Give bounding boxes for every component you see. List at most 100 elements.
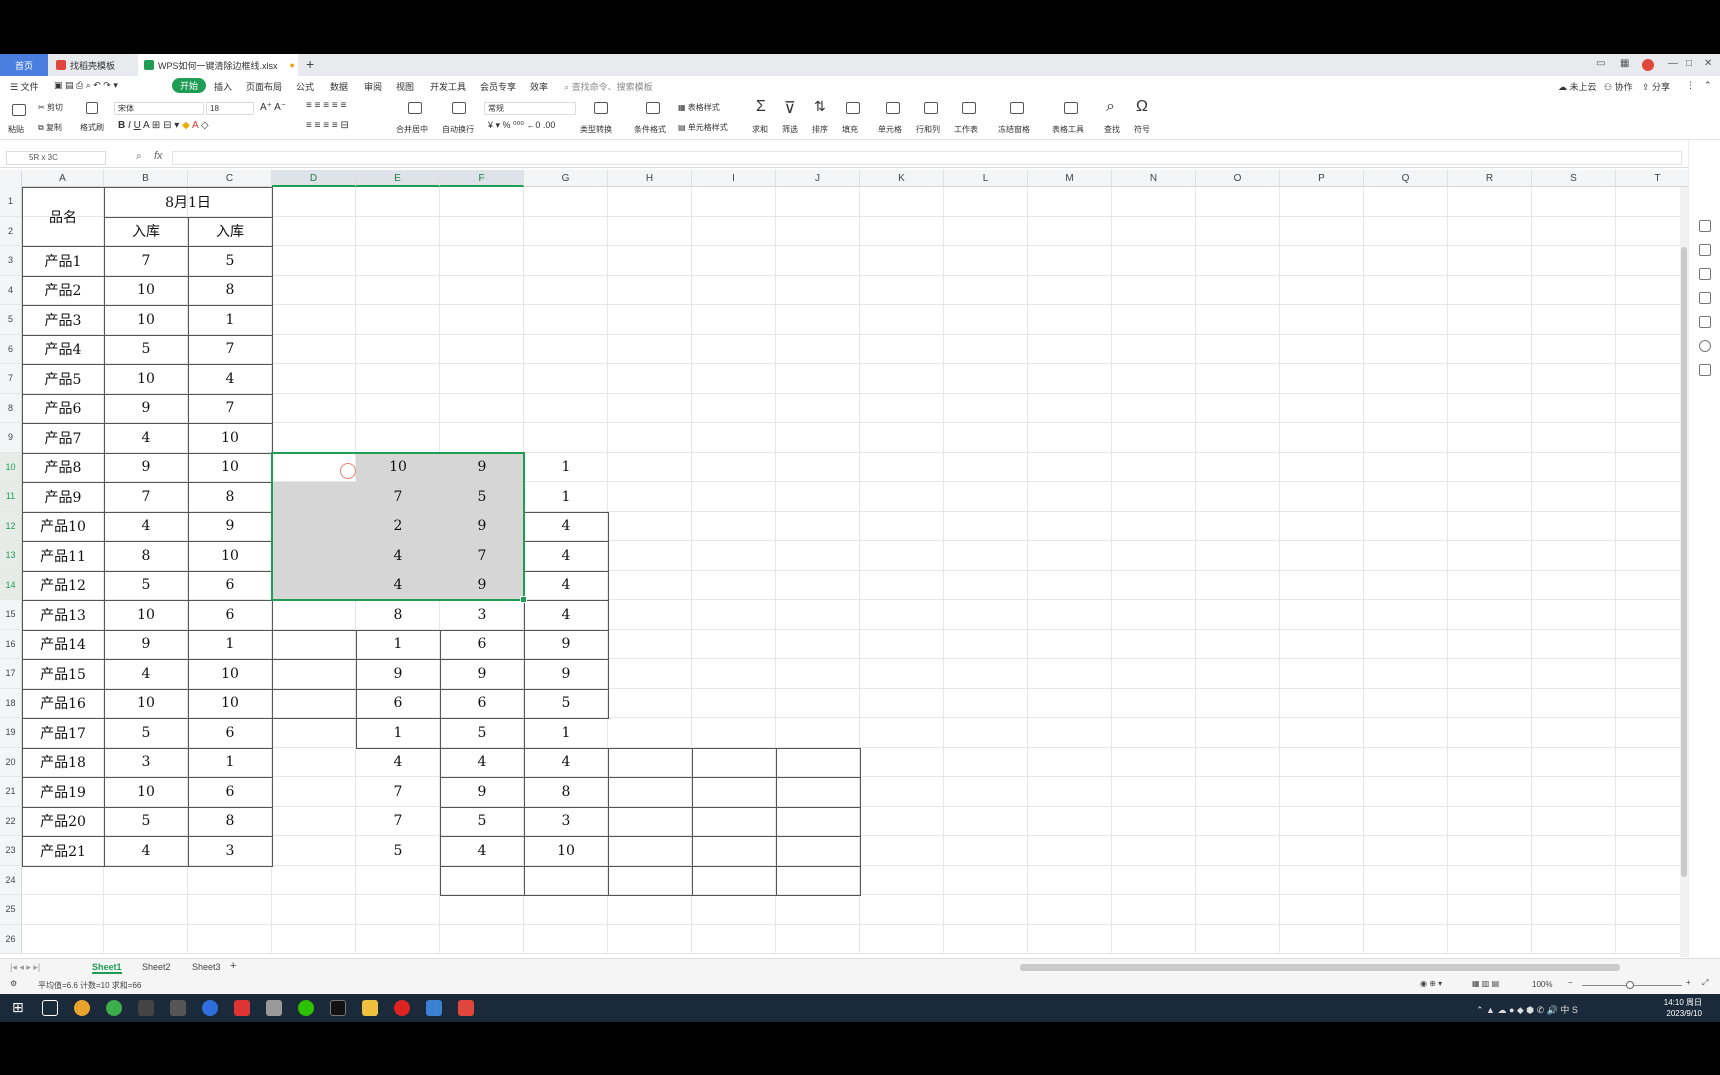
- value-cell-e[interactable]: 7: [356, 777, 440, 807]
- table-tools-icon[interactable]: [1064, 102, 1078, 114]
- wps-icon[interactable]: [458, 1000, 474, 1016]
- product-name-cell[interactable]: 产品17: [22, 718, 104, 748]
- value-cell-e[interactable]: 7: [356, 807, 440, 837]
- value-cell-c[interactable]: 10: [188, 453, 272, 483]
- sidebar-image-icon[interactable]: [1699, 316, 1711, 328]
- value-cell-c[interactable]: 4: [188, 364, 272, 394]
- file-menu[interactable]: ☰ 文件: [10, 80, 39, 93]
- name-box[interactable]: 5R x 3C: [6, 151, 106, 165]
- value-cell-g[interactable]: 4: [524, 600, 608, 630]
- row-header-5[interactable]: 5: [0, 305, 22, 335]
- header-product-name[interactable]: 品名: [22, 187, 104, 246]
- value-cell-b[interactable]: 5: [104, 571, 188, 601]
- filter-label[interactable]: 筛选: [782, 124, 798, 135]
- minimize-icon[interactable]: —: [1668, 58, 1678, 69]
- font-select[interactable]: 宋体: [114, 102, 204, 115]
- product-name-cell[interactable]: 产品2: [22, 276, 104, 306]
- value-cell-c[interactable]: 10: [188, 689, 272, 719]
- value-cell-b[interactable]: 10: [104, 600, 188, 630]
- value-cell-c[interactable]: 8: [188, 276, 272, 306]
- cut-button[interactable]: ✂ 剪切: [38, 102, 63, 113]
- value-cell-g[interactable]: 1: [524, 453, 608, 483]
- row-header-24[interactable]: 24: [0, 865, 22, 895]
- value-cell-g[interactable]: 4: [524, 541, 608, 571]
- table-tools-label[interactable]: 表格工具: [1052, 124, 1084, 135]
- value-cell-b[interactable]: 9: [104, 394, 188, 424]
- eye-protect-icon[interactable]: ◉ ⊕ ▾: [1420, 979, 1442, 988]
- folder-icon[interactable]: [362, 1000, 378, 1016]
- wechat-icon[interactable]: [298, 1000, 314, 1016]
- row-header-9[interactable]: 9: [0, 423, 22, 453]
- tool-icon[interactable]: [266, 1000, 282, 1016]
- wrap-icon[interactable]: [452, 102, 466, 114]
- column-header-I[interactable]: I: [692, 170, 776, 187]
- formula-input[interactable]: [172, 151, 1682, 165]
- grid-icon[interactable]: ▦: [1620, 58, 1629, 69]
- vertical-scroll-thumb[interactable]: [1681, 247, 1687, 877]
- app-icon[interactable]: [426, 1000, 442, 1016]
- worksheet-label[interactable]: 工作表: [954, 124, 978, 135]
- value-cell-f[interactable]: 9: [440, 777, 524, 807]
- value-cell-b[interactable]: 3: [104, 748, 188, 778]
- product-name-cell[interactable]: 产品10: [22, 512, 104, 542]
- value-cell-e[interactable]: 1: [356, 718, 440, 748]
- column-header-P[interactable]: P: [1280, 170, 1364, 187]
- product-name-cell[interactable]: 产品9: [22, 482, 104, 512]
- chrome-icon[interactable]: [74, 1000, 90, 1016]
- sidebar-cursor-icon[interactable]: [1699, 244, 1711, 256]
- qq-icon[interactable]: [138, 1000, 154, 1016]
- header-in-c[interactable]: 入库: [188, 217, 272, 247]
- value-cell-f[interactable]: 4: [440, 836, 524, 866]
- zoom-level[interactable]: 100%: [1532, 980, 1552, 989]
- product-name-cell[interactable]: 产品13: [22, 600, 104, 630]
- sidebar-location-icon[interactable]: [1699, 340, 1711, 352]
- value-cell-c[interactable]: 1: [188, 748, 272, 778]
- tab-home[interactable]: 首页: [0, 54, 48, 76]
- product-name-cell[interactable]: 产品4: [22, 335, 104, 365]
- zoom-in-icon[interactable]: +: [1686, 978, 1691, 987]
- value-cell-g[interactable]: 9: [524, 630, 608, 660]
- value-cell-c[interactable]: 5: [188, 246, 272, 276]
- add-sheet-button[interactable]: +: [230, 960, 236, 972]
- sheet-tab-1[interactable]: Sheet1: [92, 962, 122, 974]
- column-header-T[interactable]: T: [1616, 170, 1688, 187]
- table-style-button[interactable]: ▦ 表格样式: [678, 102, 720, 113]
- value-cell-c[interactable]: 9: [188, 512, 272, 542]
- value-cell-f[interactable]: 6: [440, 630, 524, 660]
- row-header-8[interactable]: 8: [0, 393, 22, 423]
- value-cell-c[interactable]: 1: [188, 305, 272, 335]
- product-name-cell[interactable]: 产品19: [22, 777, 104, 807]
- row-header-22[interactable]: 22: [0, 806, 22, 836]
- column-header-A[interactable]: A: [22, 170, 104, 187]
- start-icon[interactable]: ⊞: [12, 999, 24, 1016]
- column-header-Q[interactable]: Q: [1364, 170, 1448, 187]
- task-view-icon[interactable]: [42, 1000, 58, 1016]
- value-cell-f[interactable]: 5: [440, 718, 524, 748]
- value-cell-b[interactable]: 8: [104, 541, 188, 571]
- row-header-18[interactable]: 18: [0, 688, 22, 718]
- row-header-4[interactable]: 4: [0, 275, 22, 305]
- value-cell-b[interactable]: 9: [104, 630, 188, 660]
- menu-formula[interactable]: 公式: [296, 80, 314, 93]
- format-painter-label[interactable]: 格式刷: [80, 122, 104, 133]
- value-cell-b[interactable]: 9: [104, 453, 188, 483]
- value-cell-b[interactable]: 4: [104, 836, 188, 866]
- product-name-cell[interactable]: 产品7: [22, 423, 104, 453]
- value-cell-b[interactable]: 10: [104, 689, 188, 719]
- column-header-H[interactable]: H: [608, 170, 692, 187]
- type-convert-icon[interactable]: [594, 102, 608, 114]
- number-format-select[interactable]: 常规: [484, 102, 576, 115]
- value-cell-b[interactable]: 4: [104, 659, 188, 689]
- tab-template[interactable]: 找稻壳模板: [50, 54, 136, 76]
- column-header-R[interactable]: R: [1448, 170, 1532, 187]
- product-name-cell[interactable]: 产品16: [22, 689, 104, 719]
- type-convert-label[interactable]: 类型转换: [580, 124, 612, 135]
- sidebar-book-icon[interactable]: [1699, 364, 1711, 376]
- row-header-16[interactable]: 16: [0, 629, 22, 659]
- value-cell-g[interactable]: 4: [524, 748, 608, 778]
- value-cell-c[interactable]: 6: [188, 777, 272, 807]
- close-icon[interactable]: ✕: [1704, 58, 1712, 69]
- find-label[interactable]: 查找: [1104, 124, 1120, 135]
- value-cell-c[interactable]: 6: [188, 718, 272, 748]
- value-cell-c[interactable]: 8: [188, 482, 272, 512]
